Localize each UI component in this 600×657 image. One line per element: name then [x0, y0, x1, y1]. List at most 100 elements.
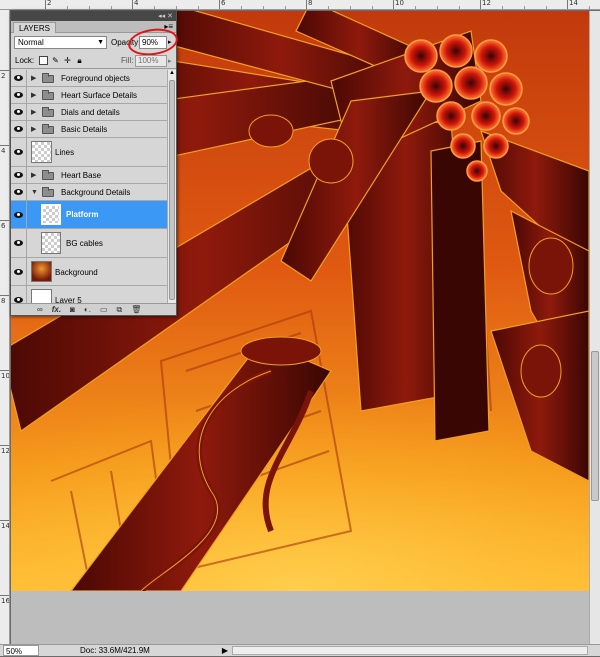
layer-name: Platform — [66, 210, 99, 219]
ruler-tick — [0, 370, 9, 371]
horizontal-scrollbar[interactable] — [232, 646, 588, 655]
lock-move-icon[interactable]: ✛ — [63, 56, 72, 65]
panel-titlebar[interactable]: ◂◂ ✕ — [11, 11, 176, 21]
opacity-slider-arrow-icon[interactable]: ▸ — [168, 38, 172, 46]
ruler-minor-tick — [502, 6, 503, 9]
eye-icon[interactable] — [11, 104, 27, 120]
opacity-field[interactable]: 90% — [139, 36, 167, 49]
ruler-label: 16 — [1, 597, 10, 605]
layer-row[interactable]: ▶ Heart Surface Details — [11, 87, 168, 104]
group-icon[interactable]: ▭ — [100, 305, 108, 314]
layer-thumbnail — [31, 141, 52, 163]
layer-row-selected[interactable]: Platform — [11, 201, 168, 229]
ruler-minor-tick — [285, 6, 286, 9]
layers-scroll-thumb[interactable] — [169, 80, 175, 300]
expand-triangle-icon[interactable]: ▶ — [31, 167, 36, 183]
layer-row[interactable]: Background — [11, 258, 168, 286]
folder-icon — [42, 107, 54, 117]
ruler-minor-tick — [263, 6, 264, 9]
tab-layers[interactable]: LAYERS — [13, 22, 56, 33]
folder-icon — [42, 124, 54, 134]
fill-field[interactable]: 100% — [135, 55, 167, 67]
close-icon[interactable]: ✕ — [167, 12, 173, 20]
expand-triangle-icon[interactable]: ▶ — [31, 121, 36, 137]
ruler-label: 2 — [47, 0, 52, 7]
ruler-minor-tick — [241, 6, 242, 9]
panel-menu-icon[interactable]: ▸≡ — [164, 22, 173, 31]
layers-list: ▶ Foreground objects ▶ Heart Surface Det… — [11, 70, 168, 311]
ruler-minor-tick — [437, 6, 438, 9]
layer-name: Dials and details — [61, 108, 120, 117]
ruler-label: 4 — [134, 0, 139, 7]
ruler-tick — [0, 220, 9, 221]
ruler-label: 6 — [221, 0, 226, 7]
ruler-minor-tick — [154, 6, 155, 9]
layer-name: Foreground objects — [61, 74, 130, 83]
ruler-label: 14 — [1, 522, 10, 530]
blend-mode-select[interactable]: Normal ▼ — [14, 36, 107, 49]
lock-brush-icon[interactable]: ✎ — [51, 56, 60, 65]
vertical-scrollbar[interactable] — [589, 11, 600, 644]
ruler-minor-tick — [524, 6, 525, 9]
eye-icon[interactable] — [11, 201, 27, 228]
expand-triangle-icon[interactable]: ▶ — [31, 70, 36, 86]
eye-icon[interactable] — [11, 121, 27, 137]
ruler-tick — [0, 70, 9, 71]
collapse-triangle-icon[interactable]: ▼ — [31, 184, 38, 200]
ruler-minor-tick — [589, 6, 590, 9]
ruler-label: 10 — [1, 372, 10, 380]
layer-row[interactable]: ▶ Heart Base — [11, 167, 168, 184]
status-menu-arrow-icon[interactable]: ▶ — [220, 645, 230, 656]
eye-icon[interactable] — [11, 184, 27, 200]
layer-row[interactable]: BG cables — [11, 229, 168, 258]
layer-row[interactable]: ▶ Dials and details — [11, 104, 168, 121]
ruler-minor-tick — [198, 6, 199, 9]
lock-all-icon[interactable]: 🔒︎ — [75, 56, 84, 65]
expand-triangle-icon[interactable]: ▶ — [31, 87, 36, 103]
lock-transparent-icon[interactable] — [39, 56, 48, 65]
layer-row[interactable]: ▶ Basic Details — [11, 121, 168, 138]
eye-icon[interactable] — [11, 258, 27, 285]
folder-icon — [42, 170, 54, 180]
fx-icon[interactable]: fx. — [52, 305, 61, 314]
eye-icon[interactable] — [11, 229, 27, 257]
ruler-minor-tick — [89, 6, 90, 9]
opacity-label: Opacity: — [111, 38, 141, 47]
eye-icon[interactable] — [11, 70, 27, 86]
layer-row[interactable]: Lines — [11, 138, 168, 167]
layer-thumbnail — [31, 261, 52, 282]
layer-thumbnail — [41, 204, 61, 225]
ruler-tick — [219, 0, 220, 9]
eye-icon[interactable] — [11, 138, 27, 166]
fill-slider-arrow-icon[interactable]: ▸ — [168, 57, 172, 65]
expand-triangle-icon[interactable]: ▶ — [31, 104, 36, 120]
ruler-minor-tick — [372, 6, 373, 9]
panel-footer: ∞ fx. ◙ ◐. ▭ ⧉ 🗑︎ — [11, 303, 176, 315]
link-icon[interactable]: ∞ — [37, 305, 43, 314]
ruler-label: 8 — [308, 0, 313, 7]
ruler-minor-tick — [350, 6, 351, 9]
eye-icon[interactable] — [11, 167, 27, 183]
scroll-up-icon[interactable]: ▲ — [168, 70, 176, 78]
ruler-tick — [480, 0, 481, 9]
trash-icon[interactable]: 🗑︎ — [131, 305, 141, 314]
status-bar: 50% Doc: 33.6M/421.9M ▶ — [0, 644, 600, 656]
eye-icon[interactable] — [11, 87, 27, 103]
vertical-scroll-thumb[interactable] — [591, 351, 599, 501]
adjustment-icon[interactable]: ◐. — [84, 305, 91, 314]
layer-row[interactable]: ▶ Foreground objects — [11, 70, 168, 87]
ruler-label: 8 — [1, 297, 6, 305]
folder-icon — [42, 187, 54, 197]
blend-mode-value: Normal — [18, 38, 44, 47]
zoom-field[interactable]: 50% — [3, 645, 39, 656]
layers-scrollbar[interactable]: ▲ ▼ — [167, 70, 176, 311]
blend-opacity-row: Normal ▼ Opacity: 90% ▸ — [11, 25, 180, 59]
mask-icon[interactable]: ◙ — [70, 305, 75, 314]
ruler-tick — [132, 0, 133, 9]
new-layer-icon[interactable]: ⧉ — [117, 305, 123, 314]
ruler-tick — [393, 0, 394, 9]
ruler-tick — [0, 595, 9, 596]
ruler-tick — [45, 0, 46, 9]
collapse-icon[interactable]: ◂◂ — [158, 12, 165, 20]
layer-row[interactable]: ▼ Background Details — [11, 184, 168, 201]
